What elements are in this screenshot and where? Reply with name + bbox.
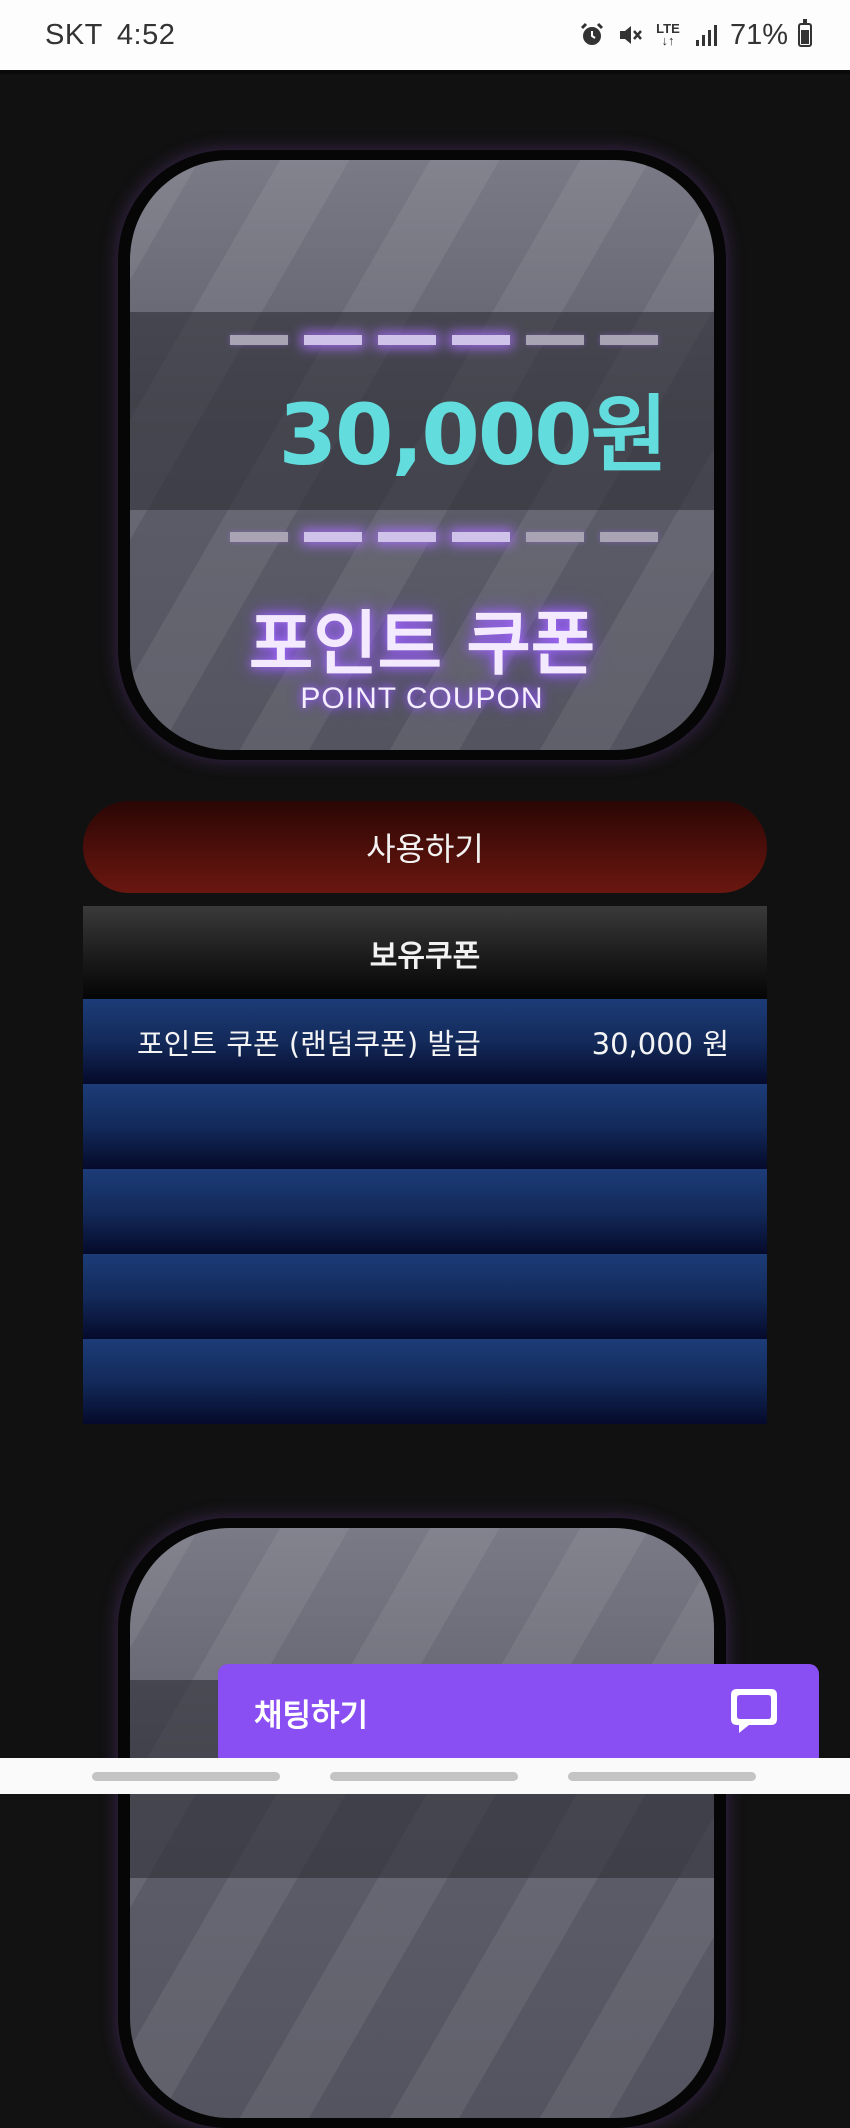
owned-coupons-table: 보유쿠폰 포인트 쿠폰 (랜덤쿠폰) 발급 30,000 원 <box>83 906 767 1424</box>
table-row[interactable]: 포인트 쿠폰 (랜덤쿠폰) 발급 30,000 원 <box>83 999 767 1084</box>
table-row <box>83 1084 767 1169</box>
coupon-card[interactable]: 30,000원 포인트 쿠폰 POINT COUPON <box>118 150 726 760</box>
battery-icon <box>798 19 812 47</box>
top-divider <box>0 70 850 74</box>
owned-coupons-header: 보유쿠폰 <box>83 906 767 999</box>
table-row <box>83 1254 767 1339</box>
chat-button-label: 채팅하기 <box>254 1697 369 1734</box>
chat-button[interactable]: 채팅하기 <box>218 1664 819 1760</box>
lte-icon: LTE ↓↑ <box>656 21 680 48</box>
carrier-name: SKT <box>45 18 103 51</box>
network-label: LTE <box>656 21 680 36</box>
coupon-subtitle: POINT COUPON <box>300 682 544 715</box>
coupon-row-amount: 30,000 원 <box>591 1026 729 1061</box>
system-nav-bar <box>0 1758 850 1794</box>
use-coupon-button[interactable]: 사용하기 <box>83 801 767 893</box>
alarm-icon <box>578 21 606 49</box>
coupon-row-name: 포인트 쿠폰 (랜덤쿠폰) 발급 <box>137 1026 481 1061</box>
status-bar: SKT 4:52 LTE ↓↑ 71% <box>0 0 850 70</box>
coupon-card-face <box>130 1528 714 2118</box>
battery-percent: 71% <box>729 18 788 51</box>
coupon-title: 포인트 쿠폰 <box>248 603 596 685</box>
table-row <box>83 1339 767 1424</box>
nav-recent-apps[interactable] <box>92 1772 280 1781</box>
coupon-amount: 30,000원 <box>278 386 668 484</box>
clock-time: 4:52 <box>116 18 176 51</box>
chat-bubble-icon <box>727 1683 781 1741</box>
mute-icon <box>616 21 644 49</box>
coupon-dash-bottom <box>230 532 694 542</box>
coupon-card-second[interactable] <box>118 1518 726 2128</box>
coupon-card-face: 30,000원 포인트 쿠폰 POINT COUPON <box>130 160 714 750</box>
signal-icon <box>692 21 720 49</box>
table-row <box>83 1169 767 1254</box>
nav-back[interactable] <box>568 1772 756 1781</box>
nav-home[interactable] <box>330 1772 518 1781</box>
app-content: 30,000원 포인트 쿠폰 POINT COUPON 사용하기 보유쿠폰 포인… <box>0 70 850 2128</box>
coupon-dash-top <box>230 335 694 345</box>
